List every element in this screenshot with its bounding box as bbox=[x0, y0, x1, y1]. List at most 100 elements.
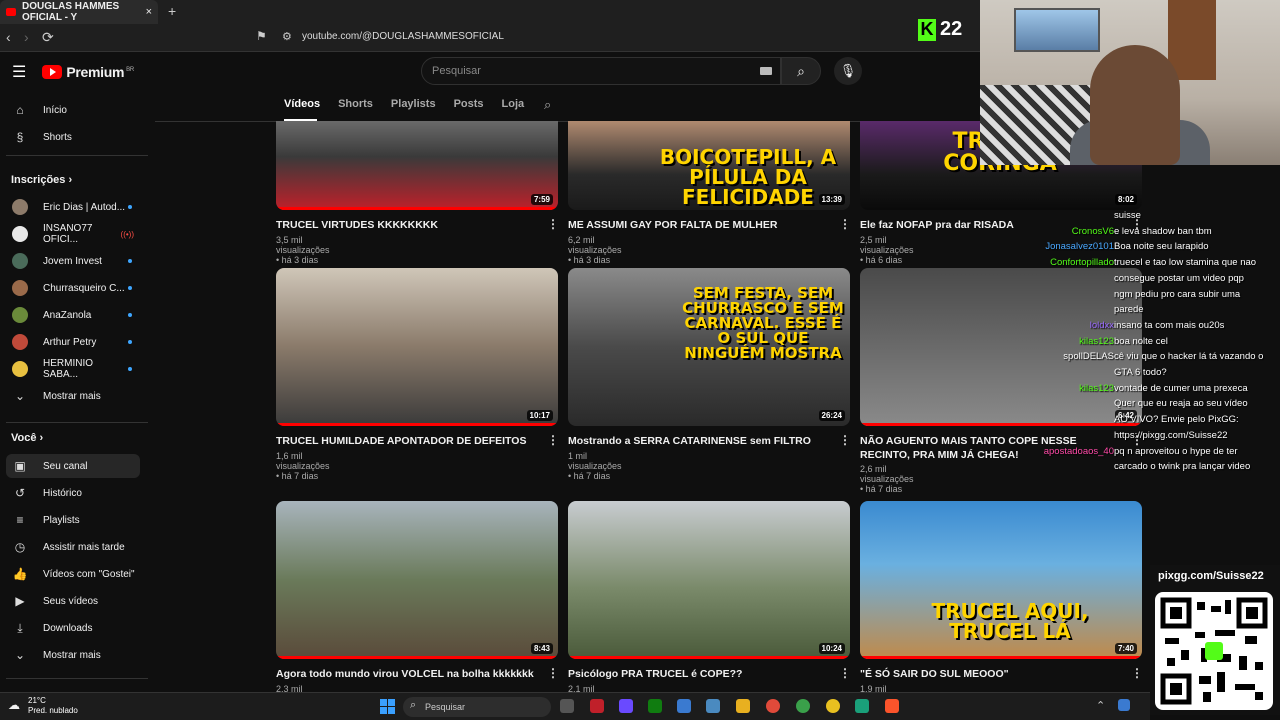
video-thumbnail[interactable]: 10:24 bbox=[568, 501, 850, 659]
tab-videos[interactable]: Vídeos bbox=[284, 98, 320, 110]
sidebar-item-label: Assistir mais tarde bbox=[43, 541, 125, 553]
app-icon[interactable] bbox=[590, 699, 604, 713]
more-options-icon[interactable]: ⋮ bbox=[839, 433, 851, 447]
obs-icon[interactable] bbox=[855, 699, 869, 713]
brave-icon[interactable] bbox=[885, 699, 899, 713]
tab-posts[interactable]: Posts bbox=[454, 98, 484, 110]
sidebar-item-like[interactable]: 👍 Vídeos com "Gostei" bbox=[6, 562, 140, 586]
sidebar-item-your-videos[interactable]: ▶ Seus vídeos bbox=[6, 589, 140, 613]
more-options-icon[interactable]: ⋮ bbox=[1131, 666, 1143, 680]
tray-chevron-icon[interactable]: ⌃ bbox=[1096, 699, 1105, 712]
sidebar-subscription[interactable]: Eric Dias | Autod... bbox=[6, 195, 140, 219]
tab-shorts[interactable]: Shorts bbox=[338, 98, 373, 110]
video-duration: 10:17 bbox=[526, 410, 553, 421]
video-thumbnail[interactable]: 8:43 bbox=[276, 501, 558, 659]
microphone-icon: 🎙 bbox=[839, 63, 857, 78]
new-content-dot bbox=[128, 340, 132, 344]
more-options-icon[interactable]: ⋮ bbox=[547, 666, 559, 680]
sidebar-item-channel[interactable]: ▣ Seu canal bbox=[6, 454, 140, 478]
video-duration: 13:39 bbox=[818, 194, 845, 205]
monitor-icon[interactable] bbox=[706, 699, 720, 713]
channel-search-icon[interactable]: ⌕ bbox=[544, 97, 551, 113]
sidebar-subscription[interactable]: Jovem Invest bbox=[6, 249, 140, 273]
back-button[interactable]: ‹ bbox=[6, 29, 11, 45]
show-more-button[interactable]: ⌄ Mostrar mais bbox=[6, 384, 140, 408]
watch-progress-bar bbox=[860, 656, 1142, 659]
sidebar-subscription[interactable]: HERMINIO SABA... bbox=[6, 357, 140, 381]
video-thumbnail[interactable]: TRUCEL AQUI, TRUCEL LÁ 7:40 bbox=[860, 501, 1142, 659]
watch-progress-bar bbox=[276, 656, 558, 659]
new-tab-button[interactable]: + bbox=[168, 3, 176, 19]
qr-code bbox=[1155, 592, 1273, 710]
sidebar-item-playlists[interactable]: ≡ Playlists bbox=[6, 508, 140, 532]
sidebar-item-chevron-down[interactable]: ⌄ Mostrar mais bbox=[6, 643, 140, 667]
subscription-label: Eric Dias | Autod... bbox=[43, 201, 126, 213]
more-options-icon[interactable]: ⋮ bbox=[547, 433, 559, 447]
notes-icon[interactable] bbox=[677, 699, 691, 713]
forward-button[interactable]: › bbox=[24, 29, 29, 45]
video-title[interactable]: TRUCEL VIRTUDES KKKKKKKK bbox=[276, 218, 538, 232]
new-content-dot bbox=[128, 367, 132, 371]
site-info-icon[interactable]: ⚙ bbox=[282, 30, 292, 43]
sidebar-item-download[interactable]: ⤓ Downloads bbox=[6, 616, 140, 640]
youtube-play-icon bbox=[42, 65, 63, 79]
youtube-logo[interactable]: ☰ Premium BR bbox=[12, 62, 134, 82]
menu-icon[interactable]: ☰ bbox=[12, 62, 26, 82]
download-icon: ⤓ bbox=[17, 620, 23, 635]
url-field[interactable]: youtube.com/@DOUGLASHAMMESOFICIAL bbox=[302, 31, 504, 42]
chrome-icon[interactable] bbox=[766, 699, 780, 713]
more-options-icon[interactable]: ⋮ bbox=[839, 666, 851, 680]
weather-widget[interactable]: 21°C Pred. nublado bbox=[28, 696, 78, 716]
video-title[interactable]: Psicólogo PRA TRUCEL é COPE?? bbox=[568, 667, 830, 681]
task-view-icon[interactable] bbox=[560, 699, 574, 713]
video-title[interactable]: "É SÓ SAIR DO SUL MEOOO" bbox=[860, 667, 1122, 681]
keyboard-icon[interactable] bbox=[760, 67, 772, 75]
xbox-icon[interactable] bbox=[648, 699, 662, 713]
vpn-icon[interactable] bbox=[619, 699, 633, 713]
sidebar-item-home[interactable]: ⌂ Início bbox=[6, 98, 140, 122]
tab-loja[interactable]: Loja bbox=[502, 98, 525, 110]
more-options-icon[interactable]: ⋮ bbox=[839, 217, 851, 231]
video-duration: 8:02 bbox=[1114, 194, 1137, 205]
folder-icon[interactable] bbox=[736, 699, 750, 713]
subscription-label: AnaZanola bbox=[43, 309, 92, 321]
streamer-figure bbox=[1090, 45, 1180, 165]
search-button[interactable]: ⌕ bbox=[781, 57, 821, 85]
search-input[interactable]: Pesquisar bbox=[421, 57, 781, 85]
video-thumbnail[interactable]: 7:59 bbox=[276, 121, 558, 210]
sidebar-subscription[interactable]: INSANO77 OFICI... ((•)) bbox=[6, 222, 140, 246]
sidebar-subscription[interactable]: Churrasqueiro C... bbox=[6, 276, 140, 300]
bookmark-icon[interactable]: ⚑ bbox=[256, 29, 267, 43]
video-title[interactable]: ME ASSUMI GAY POR FALTA DE MULHER bbox=[568, 218, 830, 232]
video-title[interactable]: Agora todo mundo virou VOLCEL na bolha k… bbox=[276, 667, 538, 681]
you-header[interactable]: Você › bbox=[11, 432, 43, 444]
tab-playlists[interactable]: Playlists bbox=[391, 98, 436, 110]
taskbar-search[interactable]: Pesquisar bbox=[403, 697, 551, 717]
sidebar-item-label: Vídeos com "Gostei" bbox=[43, 568, 135, 580]
voice-search-button[interactable]: 🎙 bbox=[834, 57, 862, 85]
chrome-icon-3[interactable] bbox=[826, 699, 840, 713]
sidebar-item-history[interactable]: ↺ Histórico bbox=[6, 481, 140, 505]
start-button[interactable] bbox=[380, 699, 395, 714]
sidebar-item-clock[interactable]: ◷ Assistir mais tarde bbox=[6, 535, 140, 559]
tab-close-icon[interactable]: × bbox=[146, 6, 152, 18]
sidebar-item-shorts[interactable]: § Shorts bbox=[6, 125, 140, 149]
watch-progress-bar bbox=[860, 423, 1142, 426]
video-thumbnail[interactable]: BOICOTEPILL, A PÍLULA DA FELICIDADE 13:39 bbox=[568, 121, 850, 210]
tray-app-icon[interactable] bbox=[1118, 699, 1130, 711]
chat-message: vontade de cumer uma prexeca bbox=[1114, 382, 1248, 394]
browser-tab[interactable]: DOUGLAS HAMMES OFICIAL - Y × bbox=[0, 0, 158, 24]
sidebar-subscription[interactable]: Arthur Petry bbox=[6, 330, 140, 354]
subscription-label: Arthur Petry bbox=[43, 336, 97, 348]
chrome-icon-2[interactable] bbox=[796, 699, 810, 713]
video-thumbnail[interactable]: 10:17 bbox=[276, 268, 558, 426]
subscriptions-header[interactable]: Inscrições › bbox=[11, 174, 72, 186]
video-title[interactable]: TRUCEL HUMILDADE APONTADOR DE DEFEITOS bbox=[276, 434, 538, 448]
reload-button[interactable]: ⟳ bbox=[42, 29, 54, 46]
door-picture bbox=[1168, 0, 1216, 80]
chat-message: suisse bbox=[1114, 210, 1141, 221]
more-options-icon[interactable]: ⋮ bbox=[547, 217, 559, 231]
video-thumbnail[interactable]: SEM FESTA, SEM CHURRASCO E SEM CARNAVAL.… bbox=[568, 268, 850, 426]
video-title[interactable]: Mostrando a SERRA CATARINENSE sem FILTRO bbox=[568, 434, 830, 448]
sidebar-subscription[interactable]: AnaZanola bbox=[6, 303, 140, 327]
